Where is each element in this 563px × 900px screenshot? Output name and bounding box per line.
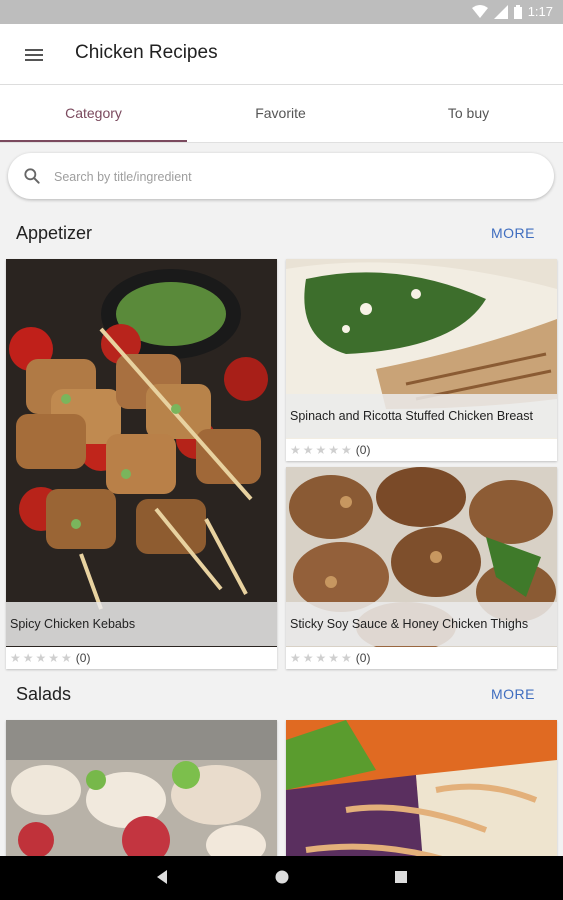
rating-stars: ★★★★★	[290, 443, 354, 457]
tab-bar: Category Favorite To buy	[0, 85, 563, 143]
battery-icon	[513, 4, 522, 19]
search-bar	[8, 153, 554, 199]
tab-to-buy[interactable]: To buy	[375, 85, 562, 142]
back-icon[interactable]	[155, 868, 169, 886]
tab-category[interactable]: Category	[0, 85, 187, 142]
rating-count: (0)	[355, 443, 371, 457]
recipe-title: Sticky Soy Sauce & Honey Chicken Thighs	[286, 602, 557, 646]
rating-stars: ★★★★★	[290, 651, 354, 665]
app-bar: Chicken Recipes	[0, 24, 563, 85]
tab-favorite[interactable]: Favorite	[187, 85, 374, 142]
wifi-icon	[471, 4, 488, 18]
menu-button[interactable]	[22, 43, 46, 67]
section-title-appetizer: Appetizer	[16, 223, 93, 243]
signal-icon	[493, 4, 508, 19]
recipe-image	[6, 259, 277, 647]
section-title-salads: Salads	[16, 684, 72, 704]
hamburger-menu-icon	[25, 49, 43, 61]
status-icons: 1:17	[471, 4, 553, 19]
recipe-rating: ★★★★★ (0)	[290, 441, 370, 459]
status-time: 1:17	[527, 4, 553, 19]
status-bar: 1:17	[0, 0, 563, 24]
recipe-card[interactable]: Spinach and Ricotta Stuffed Chicken Brea…	[286, 259, 557, 461]
search-icon	[24, 168, 40, 184]
app-title: Chicken Recipes	[75, 42, 218, 63]
recipe-title: Spicy Chicken Kebabs	[6, 602, 277, 646]
recipe-card[interactable]: Spicy Chicken Kebabs ★★★★★ (0)	[6, 259, 277, 669]
recipe-rating: ★★★★★ (0)	[10, 649, 90, 667]
more-button-salads[interactable]: MORE	[491, 686, 535, 702]
recipe-rating: ★★★★★ (0)	[290, 649, 370, 667]
rating-stars: ★★★★★	[10, 651, 74, 665]
tab-indicator	[0, 140, 187, 142]
recipe-title: Spinach and Ricotta Stuffed Chicken Brea…	[286, 394, 557, 438]
rating-count: (0)	[355, 651, 371, 665]
recents-icon[interactable]	[394, 868, 408, 886]
system-nav-bar	[0, 856, 563, 900]
home-icon[interactable]	[274, 868, 290, 886]
recipe-card[interactable]: Sticky Soy Sauce & Honey Chicken Thighs …	[286, 467, 557, 669]
rating-count: (0)	[75, 651, 91, 665]
more-button-appetizer[interactable]: MORE	[491, 225, 535, 241]
search-input[interactable]	[52, 161, 536, 193]
